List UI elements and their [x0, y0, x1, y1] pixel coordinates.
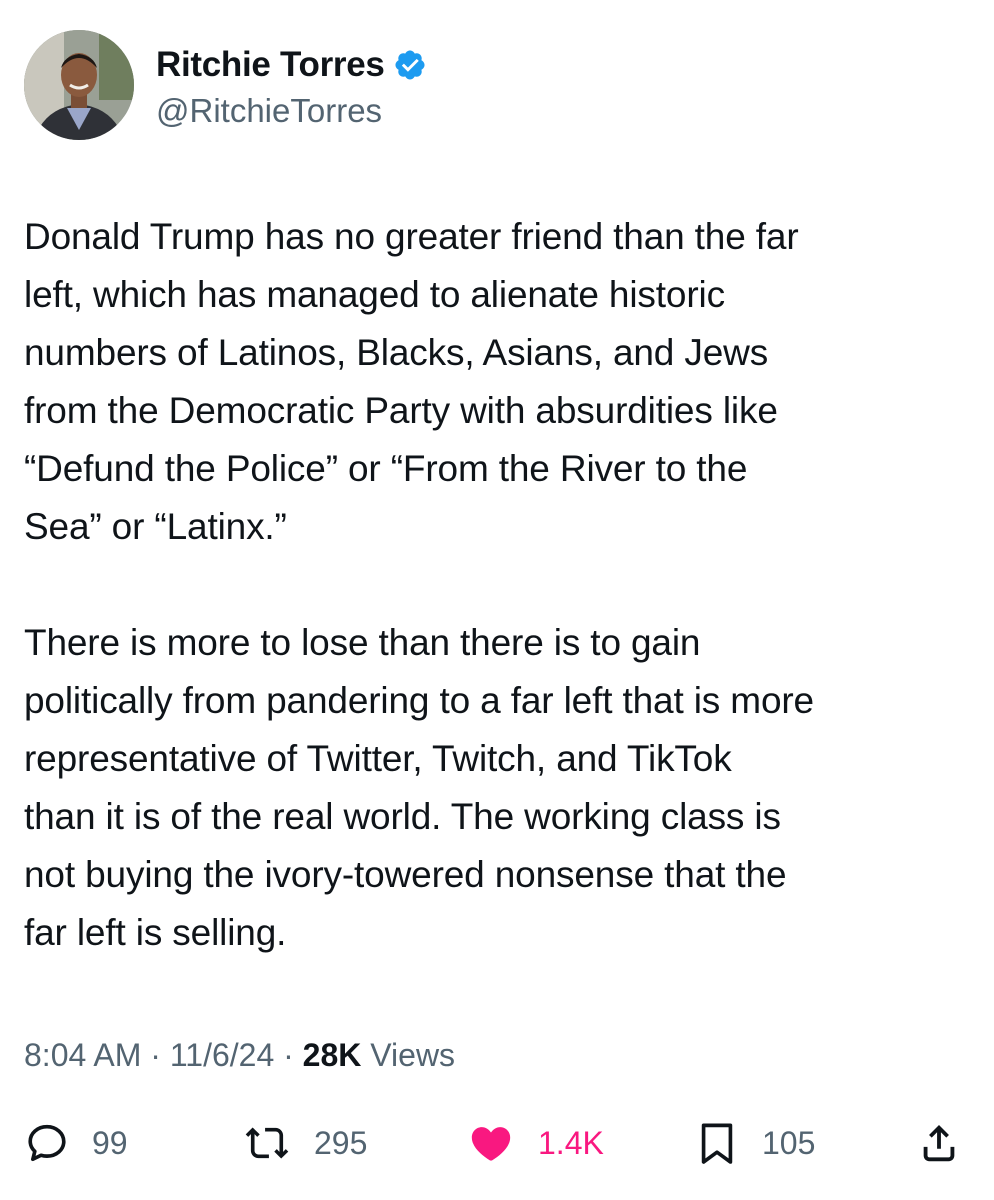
meta-separator: ·: [283, 1037, 294, 1073]
reply-bubble-icon: [28, 1124, 66, 1162]
reply-button[interactable]: 99: [24, 1115, 128, 1171]
tweet-body: Donald Trump has no greater friend than …: [24, 208, 974, 962]
author-avatar[interactable]: [24, 30, 134, 140]
tweet-line: representative of Twitter, Twitch, and T…: [24, 738, 732, 779]
tweet-line: Donald Trump has no greater friend than …: [24, 216, 799, 257]
bookmark-button[interactable]: 105: [694, 1115, 815, 1171]
tweet-line: politically from pandering to a far left…: [24, 680, 814, 721]
repost-arrows-icon: [245, 1127, 289, 1159]
reply-count: 99: [92, 1124, 128, 1161]
tweet-line: than it is of the real world. The workin…: [24, 796, 781, 837]
bookmark-count: 105: [762, 1124, 816, 1161]
tweet-date[interactable]: 11/6/24: [170, 1037, 274, 1073]
share-button[interactable]: [916, 1115, 962, 1171]
tweet-paragraph: Donald Trump has no greater friend than …: [24, 208, 974, 556]
heart-icon: [471, 1127, 511, 1161]
tweet-meta: 8:04 AM · 11/6/24 · 28K Views: [24, 1034, 455, 1076]
tweet-line: from the Democratic Party with absurditi…: [24, 390, 778, 431]
verified-badge-icon: [395, 50, 425, 80]
bookmark-icon: [701, 1123, 733, 1164]
repost-button[interactable]: 295: [242, 1115, 367, 1171]
tweet-header: Ritchie Torres @RitchieTorres: [24, 30, 964, 145]
share-upload-icon: [923, 1124, 955, 1162]
meta-separator: ·: [150, 1037, 161, 1073]
tweet-line: far left is selling.: [24, 912, 287, 953]
repost-count: 295: [314, 1124, 368, 1161]
author-name[interactable]: Ritchie Torres: [156, 44, 385, 86]
views-label: Views: [370, 1037, 456, 1073]
tweet-paragraph: There is more to lose than there is to g…: [24, 614, 974, 962]
tweet-line: “Defund the Police” or “From the River t…: [24, 448, 748, 489]
tweet-line: left, which has managed to alienate hist…: [24, 274, 725, 315]
views-count: 28K: [302, 1037, 362, 1073]
tweet-line: Sea” or “Latinx.”: [24, 506, 287, 547]
tweet-line: numbers of Latinos, Blacks, Asians, and …: [24, 332, 769, 373]
tweet-time[interactable]: 8:04 AM: [24, 1037, 141, 1073]
tweet-line: There is more to lose than there is to g…: [24, 622, 701, 663]
tweet-line: not buying the ivory-towered nonsense th…: [24, 854, 787, 895]
like-button[interactable]: 1.4K: [466, 1115, 604, 1171]
author-name-row: Ritchie Torres: [156, 44, 427, 86]
tweet-actions: 99 295 1.4K 105: [24, 1115, 970, 1171]
author-handle[interactable]: @RitchieTorres: [156, 90, 382, 132]
like-count: 1.4K: [538, 1124, 604, 1161]
